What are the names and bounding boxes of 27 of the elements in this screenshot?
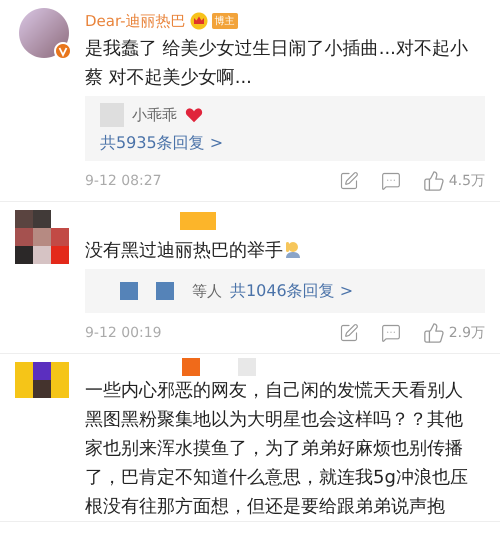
comment-text: 一些内心邪恶的网友，自己闲的发慌天天看别人黑图黑粉聚集地以为大明星也会这样吗？？其他家也别来浑水摸鱼了，为了弟弟好麻烦也别传播了，巴肯定不知道什么意思，就连我5g冲浪也压根没有往那方面想，但还是要给跟弟弟说声抱 [85,379,469,519]
reply-users-suffix: 等人 [192,282,222,300]
blogger-badge: 博主 [212,13,238,29]
repost-icon[interactable] [338,171,359,191]
avatar-photo[interactable] [19,8,69,58]
like-icon[interactable] [422,170,445,192]
user-name[interactable]: Dear-迪丽热巴 [85,12,186,30]
like-count: 4.5万 [448,172,485,190]
like-count: 2.9万 [448,324,485,342]
comment-icon[interactable] [380,171,401,191]
blurred-name [180,212,216,230]
blurred-avatar[interactable] [15,210,69,264]
repost-icon[interactable] [338,323,359,343]
comment-text: 是我蠢了 给美少女过生日闹了小插曲...对不起小蔡 对不起美少女啊... [85,37,469,90]
reply-box[interactable]: 小乖乖 共5935条回复 > [85,96,485,161]
reply-count-link[interactable]: 共5935条回复 > [100,133,470,154]
comment-time: 9-12 08:27 [85,173,163,189]
reply-count-link[interactable]: 共1046条回复 > [230,280,354,302]
blurred-name [182,358,200,376]
reply-box[interactable]: 等人 共1046条回复 > [85,269,485,313]
blurred-name [120,282,138,300]
like-icon[interactable] [422,322,445,344]
comment-time: 9-12 00:19 [85,325,163,341]
comment-text: 没有黑过迪丽热巴的举手 [85,236,303,265]
reply-user: 小乖乖 [132,106,177,124]
blurred-name [156,282,174,300]
comment-icon[interactable] [380,323,401,343]
